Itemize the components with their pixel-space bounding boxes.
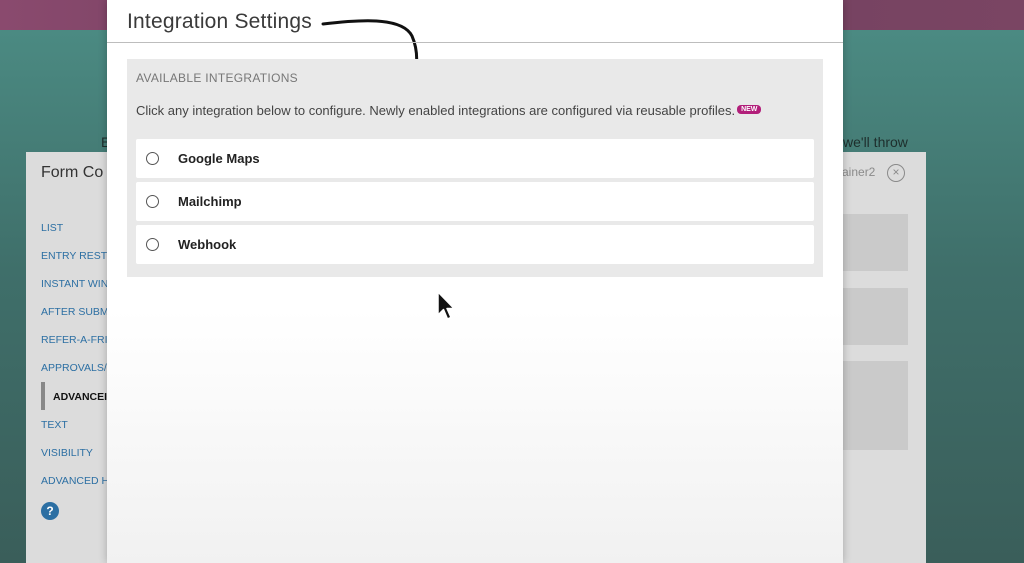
available-integrations-heading: AVAILABLE INTEGRATIONS [136, 71, 298, 85]
form-container-title: Form Co [41, 164, 104, 181]
integration-item-google-maps[interactable]: Google Maps [136, 139, 814, 178]
mouse-cursor-icon [437, 291, 455, 320]
modal-divider [107, 42, 843, 43]
available-integrations-panel: AVAILABLE INTEGRATIONS Click any integra… [127, 59, 823, 277]
radio-button-icon[interactable] [146, 195, 159, 208]
nav-item-advanced[interactable]: ADVANCEI [53, 391, 107, 403]
background-text-right: we'll throw [843, 134, 908, 150]
form-container-field-box [836, 214, 908, 271]
form-container-name: ainer2 [842, 165, 876, 179]
nav-item-list[interactable]: LIST [41, 222, 63, 234]
integration-item-webhook[interactable]: Webhook [136, 225, 814, 264]
nav-item-after-submit[interactable]: AFTER SUBM [41, 306, 109, 318]
nav-item-visibility[interactable]: VISIBILITY [41, 447, 93, 459]
radio-button-icon[interactable] [146, 238, 159, 251]
form-container-field-box [836, 361, 908, 450]
integration-label: Google Maps [178, 151, 260, 166]
radio-button-icon[interactable] [146, 152, 159, 165]
integrations-description-text: Click any integration below to configure… [136, 103, 736, 118]
help-icon[interactable]: ? [41, 502, 59, 520]
active-nav-indicator [41, 382, 45, 410]
new-badge: NEW [737, 105, 762, 114]
nav-item-entry-restrictions[interactable]: ENTRY RESTR [41, 250, 115, 262]
close-icon[interactable]: × [887, 164, 905, 182]
integration-label: Mailchimp [178, 194, 242, 209]
integrations-description: Click any integration below to configure… [136, 103, 762, 118]
nav-item-approvals[interactable]: APPROVALS/ [41, 362, 107, 374]
nav-item-advanced-html[interactable]: ADVANCED H [41, 475, 109, 487]
modal-title: Integration Settings [127, 10, 312, 33]
nav-item-refer-a-friend[interactable]: REFER-A-FRIE [41, 334, 115, 346]
integration-label: Webhook [178, 237, 237, 252]
integration-item-mailchimp[interactable]: Mailchimp [136, 182, 814, 221]
nav-item-text[interactable]: TEXT [41, 419, 68, 431]
integration-settings-modal: Integration Settings AVAILABLE INTEGRATI… [107, 0, 843, 563]
nav-item-instant-win[interactable]: INSTANT WIN [41, 278, 108, 290]
form-container-field-box [836, 288, 908, 345]
